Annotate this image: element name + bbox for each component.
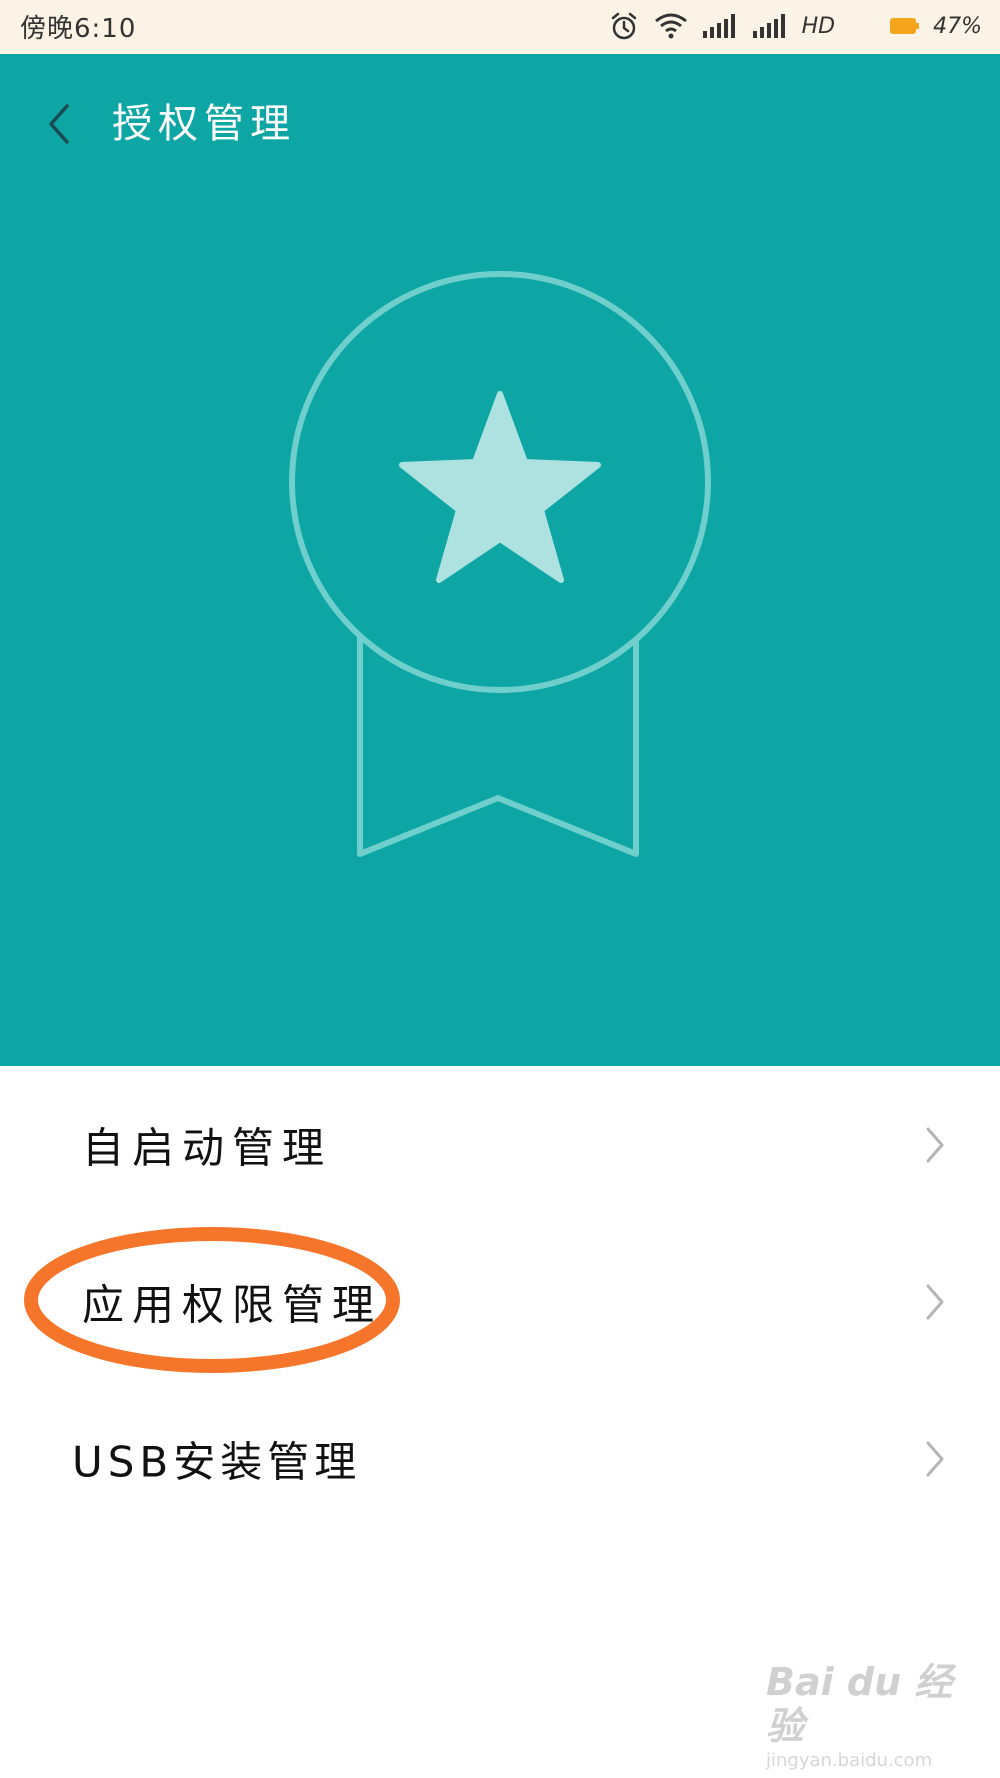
battery-percent: 47% — [933, 13, 982, 39]
network-label: HD — [801, 13, 836, 39]
chevron-right-icon — [926, 1441, 944, 1476]
status-bar: 傍晚6:10 HD 47% — [0, 0, 1000, 54]
medal-star-icon — [289, 271, 711, 857]
wifi-icon — [654, 12, 688, 40]
battery-icon — [889, 17, 920, 35]
watermark-brand: Bai du 经验 — [766, 1660, 953, 1748]
signal-icon — [752, 13, 788, 39]
status-icons: HD 47% — [608, 6, 982, 46]
header-banner: 授权管理 — [0, 54, 1000, 1066]
back-button[interactable] — [30, 94, 90, 154]
status-time: 傍晚6:10 — [20, 14, 137, 44]
menu-item-usb-install[interactable]: USB安装管理 — [0, 1380, 1000, 1537]
highlight-ring-annotation — [24, 1227, 400, 1373]
chevron-right-icon — [926, 1127, 944, 1162]
signal-icon — [702, 13, 738, 39]
chevron-right-icon — [926, 1284, 944, 1319]
menu-item-label: USB安装管理 — [72, 1437, 362, 1486]
watermark-url: jingyan.baidu.com — [766, 1750, 933, 1771]
chevron-left-icon — [49, 104, 69, 144]
menu-item-autostart[interactable]: 自启动管理 — [0, 1066, 1000, 1223]
menu-item-label: 自启动管理 — [82, 1123, 333, 1172]
alarm-icon — [608, 10, 640, 42]
page-title: 授权管理 — [112, 101, 296, 147]
watermark: Bai du 经验 jingyan.baidu.com — [766, 1660, 966, 1771]
